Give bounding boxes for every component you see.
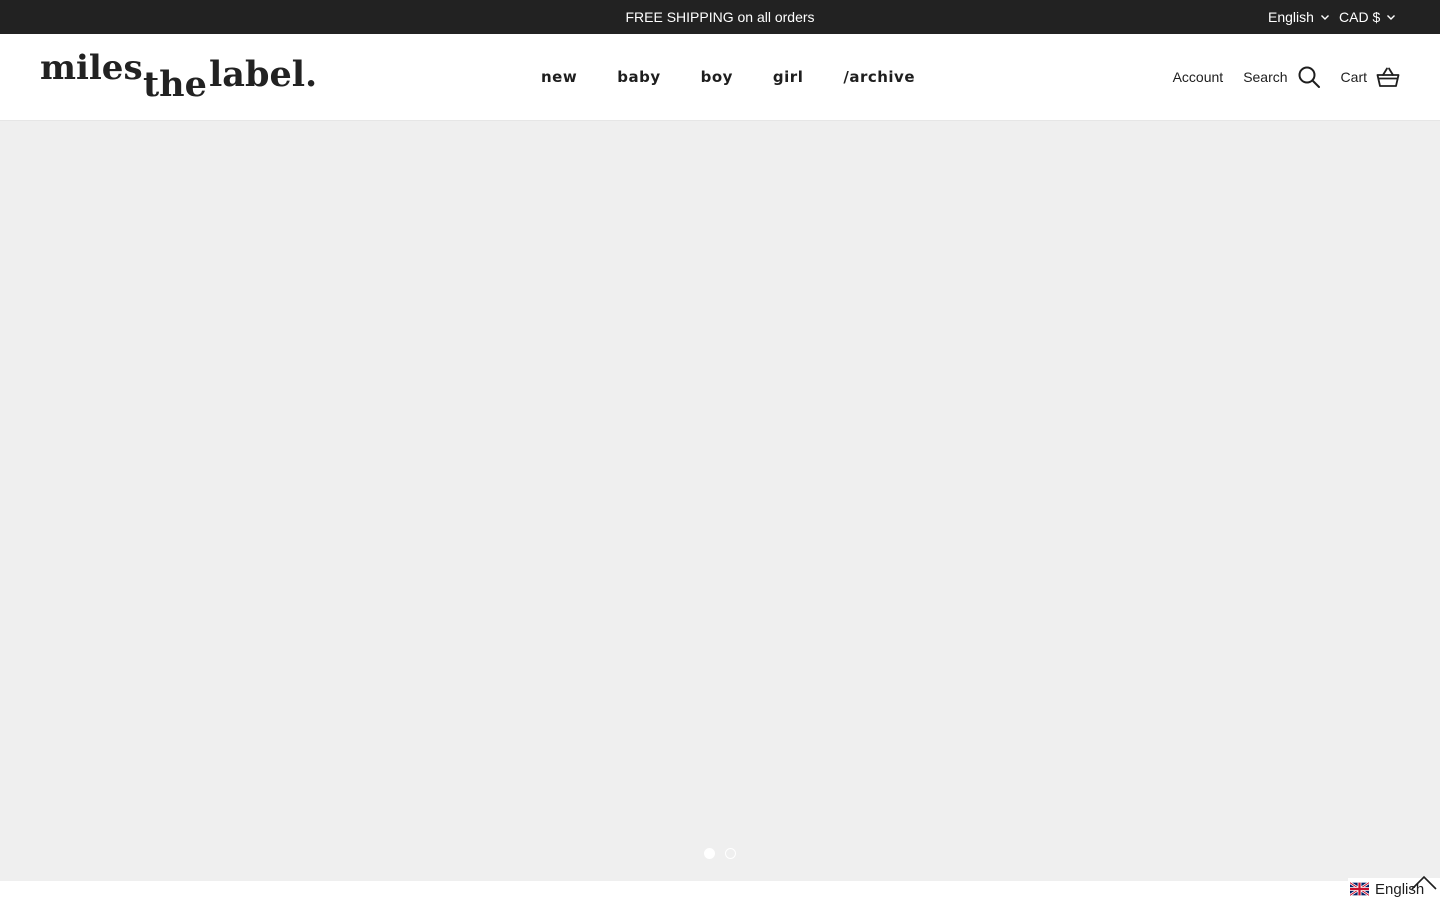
site-header: miles the label. new baby boy girl /arch… <box>0 34 1440 121</box>
hero-slideshow[interactable] <box>0 121 1440 881</box>
search-link[interactable]: Search <box>1243 65 1320 89</box>
slide-dot-1[interactable] <box>704 848 715 859</box>
search-icon <box>1298 66 1320 88</box>
account-link[interactable]: Account <box>1173 69 1224 85</box>
nav-item-baby[interactable]: baby <box>617 68 660 86</box>
nav-item-archive[interactable]: /archive <box>843 68 915 86</box>
logo-text-label: label. <box>209 54 318 95</box>
currency-selector[interactable]: CAD $ <box>1339 0 1396 34</box>
nav-item-girl[interactable]: girl <box>773 68 803 86</box>
cart-label: Cart <box>1340 69 1367 85</box>
slide-dot-2[interactable] <box>725 848 736 859</box>
slideshow-pagination <box>0 848 1440 860</box>
basket-icon <box>1376 67 1400 87</box>
cart-link[interactable]: Cart <box>1341 65 1400 89</box>
currency-selector-label: CAD $ <box>1339 9 1381 25</box>
announcement-text: FREE SHIPPING on all orders <box>625 9 815 25</box>
language-selector-label: English <box>1268 9 1314 25</box>
header-actions: Account Search Cart <box>1173 34 1400 120</box>
chevron-down-icon <box>1387 15 1396 20</box>
logo-text-the: the <box>143 64 207 105</box>
brand-logo[interactable]: miles the label. <box>40 48 317 110</box>
uk-flag-icon <box>1350 882 1369 896</box>
nav-item-boy[interactable]: boy <box>701 68 733 86</box>
language-selector[interactable]: English <box>1268 0 1330 34</box>
main-nav: new baby boy girl /archive <box>541 34 915 120</box>
search-label: Search <box>1243 69 1288 85</box>
chevron-down-icon <box>1320 15 1329 20</box>
logo-text-miles: miles <box>40 48 143 88</box>
chevron-up-icon[interactable] <box>1410 872 1438 892</box>
nav-item-new[interactable]: new <box>541 68 577 86</box>
announcement-bar: FREE SHIPPING on all orders English CAD … <box>0 0 1440 34</box>
